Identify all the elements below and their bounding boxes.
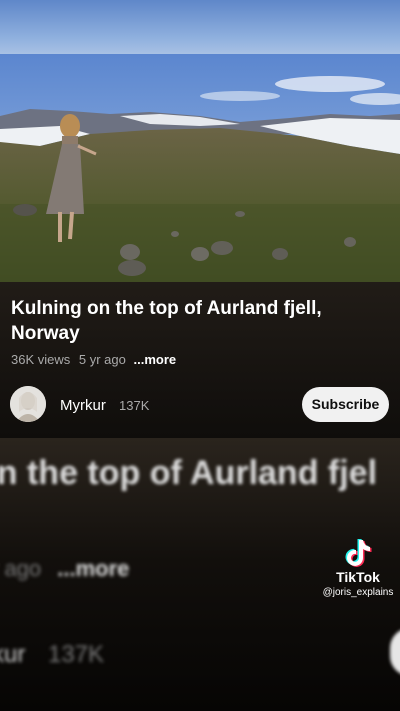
zoomed-channel-name: kur <box>0 641 26 668</box>
subscriber-count: 137K <box>119 398 150 413</box>
subscribe-button[interactable]: Subscribe <box>302 387 389 422</box>
video-title: Kulning on the top of Aurland fjell, Nor… <box>11 298 322 344</box>
zoomed-title: on the top of Aurland fjel <box>0 454 378 492</box>
view-count: 36K views <box>11 352 71 367</box>
zoomed-subscribe-button <box>390 628 400 676</box>
zoomed-meta: yr ago ...more <box>0 556 129 582</box>
video-info-panel: Kulning on the top of Aurland fjell, Nor… <box>0 282 400 438</box>
channel-avatar[interactable] <box>10 386 46 422</box>
video-player[interactable] <box>0 54 400 282</box>
zoomed-channel: kur 137K <box>0 641 104 669</box>
zoomed-subscribers: 137K <box>48 641 105 668</box>
tiktok-handle: @joris_explains <box>322 587 394 598</box>
tiktok-brand: TikTok <box>336 569 380 585</box>
zoomed-more: ...more <box>57 556 130 581</box>
video-meta[interactable]: 36K views 5 yr ago ...more <box>11 352 176 367</box>
more-link[interactable]: ...more <box>133 352 176 367</box>
video-top-strip <box>0 0 400 56</box>
tiktok-logo-icon <box>345 539 372 567</box>
zoomed-age: yr ago <box>0 556 42 581</box>
video-frame <box>0 54 400 282</box>
channel-name[interactable]: Myrkur <box>60 397 106 414</box>
avatar-icon <box>10 386 46 422</box>
tiktok-watermark: TikTok @joris_explains <box>318 538 398 598</box>
upload-age: 5 yr ago <box>78 352 126 367</box>
